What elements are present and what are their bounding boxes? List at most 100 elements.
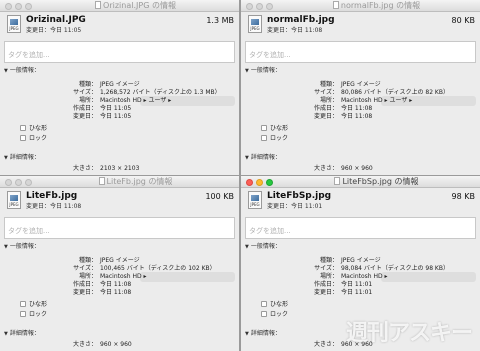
- where-label: 場所：: [319, 273, 338, 280]
- disclosure-triangle-icon: ▼: [245, 155, 249, 161]
- modified-short: 今日 11:05: [50, 27, 82, 34]
- disclosure-triangle-icon: ▼: [4, 68, 8, 74]
- where-value: Macintosh HD ▸ ユーザ ▸: [341, 97, 413, 104]
- title-bar[interactable]: Orizinal.JPG の情報: [0, 0, 239, 12]
- file-name: LiteFb.jpg: [26, 191, 78, 201]
- checkbox-box[interactable]: [20, 301, 26, 307]
- file-extension-label: JPEG: [9, 26, 19, 31]
- stationery-checkbox[interactable]: ひな形: [20, 301, 47, 309]
- locked-label: ロック: [270, 135, 289, 142]
- watermark-logo: 週刊アスキー: [345, 321, 473, 346]
- created-label: 作成日：: [72, 281, 97, 288]
- stationery-label: ひな形: [270, 125, 289, 132]
- window-title: LiteFb.jpg の情報: [40, 177, 231, 187]
- checkbox-box[interactable]: [261, 301, 267, 307]
- checkbox-box[interactable]: [261, 125, 267, 131]
- details-section-title: 詳細情報：: [9, 330, 40, 337]
- zoom-button[interactable]: [266, 3, 273, 10]
- locked-checkbox[interactable]: ロック: [20, 135, 47, 143]
- title-bar[interactable]: LiteFb.jpg の情報: [0, 176, 239, 188]
- locked-checkbox[interactable]: ロック: [261, 311, 288, 319]
- general-section-toggle[interactable]: ▼ 一般情報：: [245, 67, 281, 75]
- document-icon: [98, 177, 105, 185]
- checkbox-box[interactable]: [20, 135, 26, 141]
- modified-prefix: 変更日：: [267, 27, 292, 34]
- created-row: 作成日： 今日 11:05: [0, 105, 239, 113]
- minimize-button[interactable]: [256, 179, 263, 186]
- info-header: JPEG LiteFb.jpg 100 KB 変更日：今日 11:08: [0, 189, 239, 216]
- tag-field[interactable]: [245, 217, 476, 239]
- created-row: 作成日： 今日 11:08: [241, 105, 480, 113]
- window-title: Orizinal.JPG の情報: [40, 1, 231, 11]
- kind-row: 種類： JPEG イメージ: [0, 257, 239, 265]
- file-extension-label: JPEG: [9, 202, 19, 207]
- details-section-toggle[interactable]: ▼ 詳細情報：: [245, 154, 281, 162]
- modified-short: 今日 11:01: [291, 203, 323, 210]
- size-label: サイズ：: [314, 89, 338, 96]
- created-value: 今日 11:01: [341, 281, 373, 288]
- checkbox-box[interactable]: [20, 125, 26, 131]
- minimize-button[interactable]: [15, 3, 22, 10]
- dimensions-label: 大きさ：: [313, 341, 338, 348]
- where-label: 場所：: [319, 97, 338, 104]
- kind-label: 種類：: [319, 81, 338, 88]
- general-section-title: 一般情報：: [250, 243, 281, 250]
- modified-prefix: 変更日：: [26, 27, 51, 34]
- close-button[interactable]: [246, 3, 253, 10]
- disclosure-triangle-icon: ▼: [4, 155, 8, 161]
- tag-field[interactable]: [4, 41, 235, 63]
- kind-value: JPEG イメージ: [341, 81, 381, 88]
- close-button[interactable]: [246, 179, 253, 186]
- where-value: Macintosh HD ▸: [341, 273, 388, 280]
- file-extension-label: JPEG: [250, 202, 260, 207]
- window-title-name: normalFb.jpg: [340, 1, 394, 10]
- stationery-checkbox[interactable]: ひな形: [261, 125, 288, 133]
- jpeg-file-icon: JPEG: [248, 15, 262, 33]
- details-section-title: 詳細情報：: [9, 154, 40, 161]
- locked-checkbox[interactable]: ロック: [20, 311, 47, 319]
- modified-line: 変更日：今日 11:08: [267, 27, 322, 35]
- title-bar[interactable]: LiteFbSp.jpg の情報: [241, 176, 480, 188]
- general-section-toggle[interactable]: ▼ 一般情報：: [4, 67, 40, 75]
- tag-input[interactable]: [246, 225, 475, 237]
- tag-input[interactable]: [5, 225, 234, 237]
- checkbox-box[interactable]: [261, 135, 267, 141]
- document-icon: [334, 177, 341, 185]
- general-section-toggle[interactable]: ▼ 一般情報：: [4, 243, 40, 251]
- modified-line: 変更日：今日 11:08: [26, 203, 81, 211]
- info-header: JPEG Orizinal.JPG 1.3 MB 変更日：今日 11:05: [0, 13, 239, 40]
- title-bar[interactable]: normalFb.jpg の情報: [241, 0, 480, 12]
- checkbox-box[interactable]: [261, 311, 267, 317]
- close-button[interactable]: [5, 179, 12, 186]
- checkbox-box[interactable]: [20, 311, 26, 317]
- created-value: 今日 11:05: [100, 105, 132, 112]
- where-label: 場所：: [78, 273, 97, 280]
- modified-short: 今日 11:08: [50, 203, 82, 210]
- tag-field[interactable]: [245, 41, 476, 63]
- tag-field[interactable]: [4, 217, 235, 239]
- locked-checkbox[interactable]: ロック: [261, 135, 288, 143]
- zoom-button[interactable]: [25, 3, 32, 10]
- document-icon: [332, 1, 339, 9]
- modified-row: 変更日： 今日 11:08: [241, 113, 480, 121]
- image-thumbnail-icon: [10, 19, 18, 25]
- where-row: 場所： Macintosh HD ▸ ユーザ ▸: [0, 97, 239, 105]
- file-name: LiteFbSp.jpg: [267, 191, 332, 201]
- tag-input[interactable]: [246, 49, 475, 61]
- minimize-button[interactable]: [15, 179, 22, 186]
- zoom-button[interactable]: [25, 179, 32, 186]
- stationery-checkbox[interactable]: ひな形: [20, 125, 47, 133]
- dimensions-value: 960 × 960: [100, 341, 132, 348]
- close-button[interactable]: [5, 3, 12, 10]
- stationery-checkbox[interactable]: ひな形: [261, 301, 288, 309]
- minimize-button[interactable]: [256, 3, 263, 10]
- modified-line: 変更日：今日 11:05: [26, 27, 81, 35]
- tag-input[interactable]: [5, 49, 234, 61]
- zoom-button[interactable]: [266, 179, 273, 186]
- where-row: 場所： Macintosh HD ▸: [241, 273, 480, 281]
- where-row: 場所： Macintosh HD ▸ ユーザ ▸: [241, 97, 480, 105]
- details-section-toggle[interactable]: ▼ 詳細情報：: [245, 330, 281, 338]
- details-section-toggle[interactable]: ▼ 詳細情報：: [4, 154, 40, 162]
- general-section-toggle[interactable]: ▼ 一般情報：: [245, 243, 281, 251]
- details-section-toggle[interactable]: ▼ 詳細情報：: [4, 330, 40, 338]
